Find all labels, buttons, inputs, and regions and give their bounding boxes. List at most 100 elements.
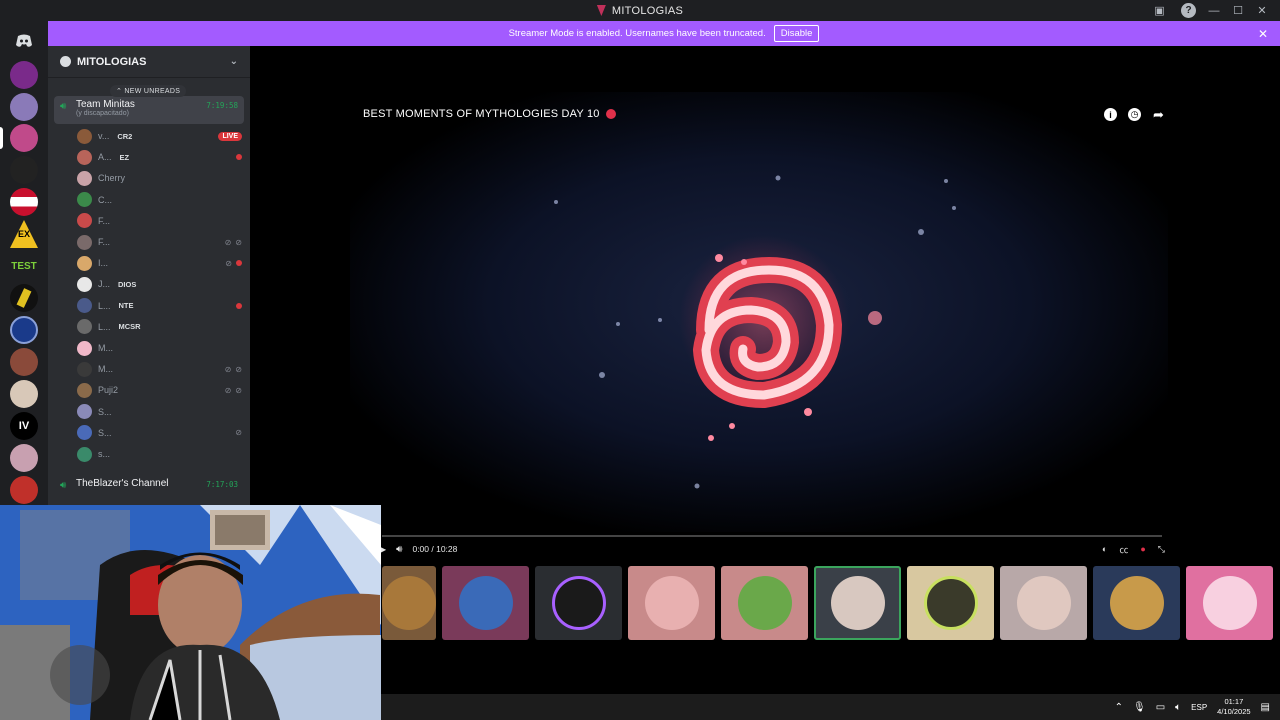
mic-muted-icon: ⊘: [224, 237, 232, 247]
channel-timer: 7:17:03: [206, 480, 238, 489]
disable-button[interactable]: Disable: [773, 25, 820, 42]
participant-tile[interactable]: [628, 566, 715, 640]
voice-channel-theblazer[interactable]: 🔊︎ TheBlazer's Channel 7:17:03: [54, 475, 244, 503]
participant-tiles: [382, 566, 1275, 640]
voice-member[interactable]: Puji2 ⊘ ⊘: [77, 380, 242, 400]
stream-title-text: BEST MOMENTS OF MYTHOLOGIES DAY 10: [363, 108, 600, 120]
server-icon[interactable]: [10, 348, 38, 376]
voice-member[interactable]: C...: [77, 190, 242, 210]
avatar: [77, 128, 92, 144]
participant-tile-speaking[interactable]: [814, 566, 901, 640]
member-name: F...: [98, 237, 111, 247]
member-tag: CR2: [117, 131, 133, 141]
voice-member[interactable]: M... ⊘ ⊘: [77, 359, 242, 379]
participant-tile[interactable]: [721, 566, 808, 640]
voice-member[interactable]: Cherry: [77, 168, 242, 188]
server-icon-iv[interactable]: IV: [10, 412, 38, 440]
server-header[interactable]: MITOLOGIAS ⌄: [48, 46, 250, 78]
server-icon[interactable]: [10, 284, 38, 312]
live-dot-icon: [605, 109, 616, 119]
avatar: [77, 382, 92, 398]
server-icon-test[interactable]: TEST: [10, 252, 38, 280]
share-icon[interactable]: ➦: [1152, 107, 1165, 122]
channel-timer: 7:19:58: [206, 101, 238, 110]
selected-server-pill: [0, 127, 3, 149]
participant-tile[interactable]: [442, 566, 529, 640]
volume-icon[interactable]: 🔈︎: [1175, 702, 1181, 713]
autoplay-toggle[interactable]: ◐: [1102, 544, 1107, 554]
maximize-button[interactable]: ☐: [1226, 2, 1250, 19]
voice-member[interactable]: M...: [77, 338, 242, 358]
voice-member[interactable]: F...: [77, 211, 242, 231]
help-icon[interactable]: ?: [1181, 3, 1196, 18]
voice-member[interactable]: L... NTE: [77, 296, 242, 316]
participant-tile[interactable]: [535, 566, 622, 640]
window-title-text: MITOLOGIAS: [611, 4, 684, 17]
server-icon[interactable]: [10, 188, 38, 216]
server-icon[interactable]: [10, 316, 38, 344]
member-tag: EZ: [119, 152, 130, 162]
notifications-icon[interactable]: ▤: [1261, 702, 1270, 713]
server-icon[interactable]: [10, 61, 38, 89]
server-icon[interactable]: EX: [10, 220, 38, 248]
network-icon[interactable]: ▭: [1156, 702, 1165, 713]
server-icon[interactable]: [10, 476, 38, 504]
participant-tile[interactable]: [907, 566, 994, 640]
taskbar: ⌃ 🎙︎ ▭ 🔈︎ ESP 01:17 4/10/2025 ▤: [381, 694, 1280, 720]
server-icon[interactable]: [10, 156, 38, 184]
participant-tile[interactable]: [1000, 566, 1087, 640]
title-bar: MITOLOGIAS ▣ ? — ☐ ✕: [0, 0, 1280, 21]
streamer-mode-banner: Streamer Mode is enabled. Usernames have…: [48, 21, 1280, 46]
participant-tile[interactable]: [1186, 566, 1273, 640]
video-progress-bar[interactable]: [382, 535, 1162, 537]
member-name: L...: [98, 321, 111, 332]
voice-member[interactable]: F... ⊘ ⊘: [77, 232, 242, 252]
voice-member[interactable]: S...: [77, 402, 242, 422]
voice-member[interactable]: s...: [77, 444, 242, 464]
voice-channel-team-minitas[interactable]: 🔊︎ Team Minitas (y discapacitado) 7:19:5…: [54, 96, 244, 124]
stream-title: BEST MOMENTS OF MYTHOLOGIES DAY 10: [363, 108, 616, 120]
avatar: [77, 404, 92, 420]
participant-tile[interactable]: [382, 566, 436, 640]
live-indicator-icon[interactable]: ●: [1140, 544, 1145, 554]
inbox-icon[interactable]: ▣: [1152, 3, 1167, 18]
server-icon[interactable]: [10, 444, 38, 472]
member-name: L...: [98, 300, 111, 311]
member-name: I...: [98, 258, 109, 269]
mic-muted-icon: ⊘: [235, 428, 242, 438]
fullscreen-exit-icon[interactable]: ⤡: [1158, 544, 1165, 555]
window-title: MITOLOGIAS: [596, 4, 684, 17]
voice-member[interactable]: v... CR2 LIVE: [77, 126, 242, 146]
captions-icon[interactable]: ㏄: [1119, 543, 1128, 556]
deafened-icon: ⊘: [235, 364, 242, 374]
server-name: MITOLOGIAS: [77, 55, 147, 68]
info-icon[interactable]: i: [1104, 108, 1117, 121]
avatar: [77, 361, 92, 377]
participant-tile[interactable]: [1093, 566, 1180, 640]
close-window-button[interactable]: ✕: [1250, 2, 1274, 19]
voice-member[interactable]: S... ⊘: [77, 423, 242, 443]
clock-icon[interactable]: ◷: [1128, 108, 1141, 121]
microphone-icon[interactable]: 🎙︎: [1133, 702, 1146, 713]
server-icon-mitologias[interactable]: [10, 124, 38, 152]
language-indicator[interactable]: ESP: [1191, 703, 1207, 712]
server-icon[interactable]: [10, 380, 38, 408]
chevron-up-icon[interactable]: ⌃: [1115, 702, 1123, 713]
close-icon[interactable]: ✕: [1258, 27, 1268, 41]
discord-home-icon[interactable]: [10, 27, 38, 55]
voice-member[interactable]: A... EZ: [77, 147, 242, 167]
taskbar-clock[interactable]: 01:17 4/10/2025: [1217, 697, 1250, 717]
member-tag: MCSR: [118, 322, 141, 332]
chevron-down-icon[interactable]: ⌄: [230, 56, 238, 67]
voice-member[interactable]: L... MCSR: [77, 317, 242, 337]
voice-member[interactable]: J... DIOS: [77, 274, 242, 294]
video-frame[interactable]: [350, 92, 1168, 532]
member-name: v...: [98, 131, 110, 141]
streaming-dot-icon: [236, 302, 242, 309]
streaming-dot-icon: [236, 260, 242, 267]
volume-icon[interactable]: 🔊︎: [396, 544, 402, 555]
voice-member[interactable]: I... ⊘: [77, 253, 242, 273]
new-unreads-pill[interactable]: ⌃ NEW UNREADS: [110, 85, 187, 97]
minimize-button[interactable]: —: [1202, 2, 1226, 19]
server-icon[interactable]: [10, 93, 38, 121]
